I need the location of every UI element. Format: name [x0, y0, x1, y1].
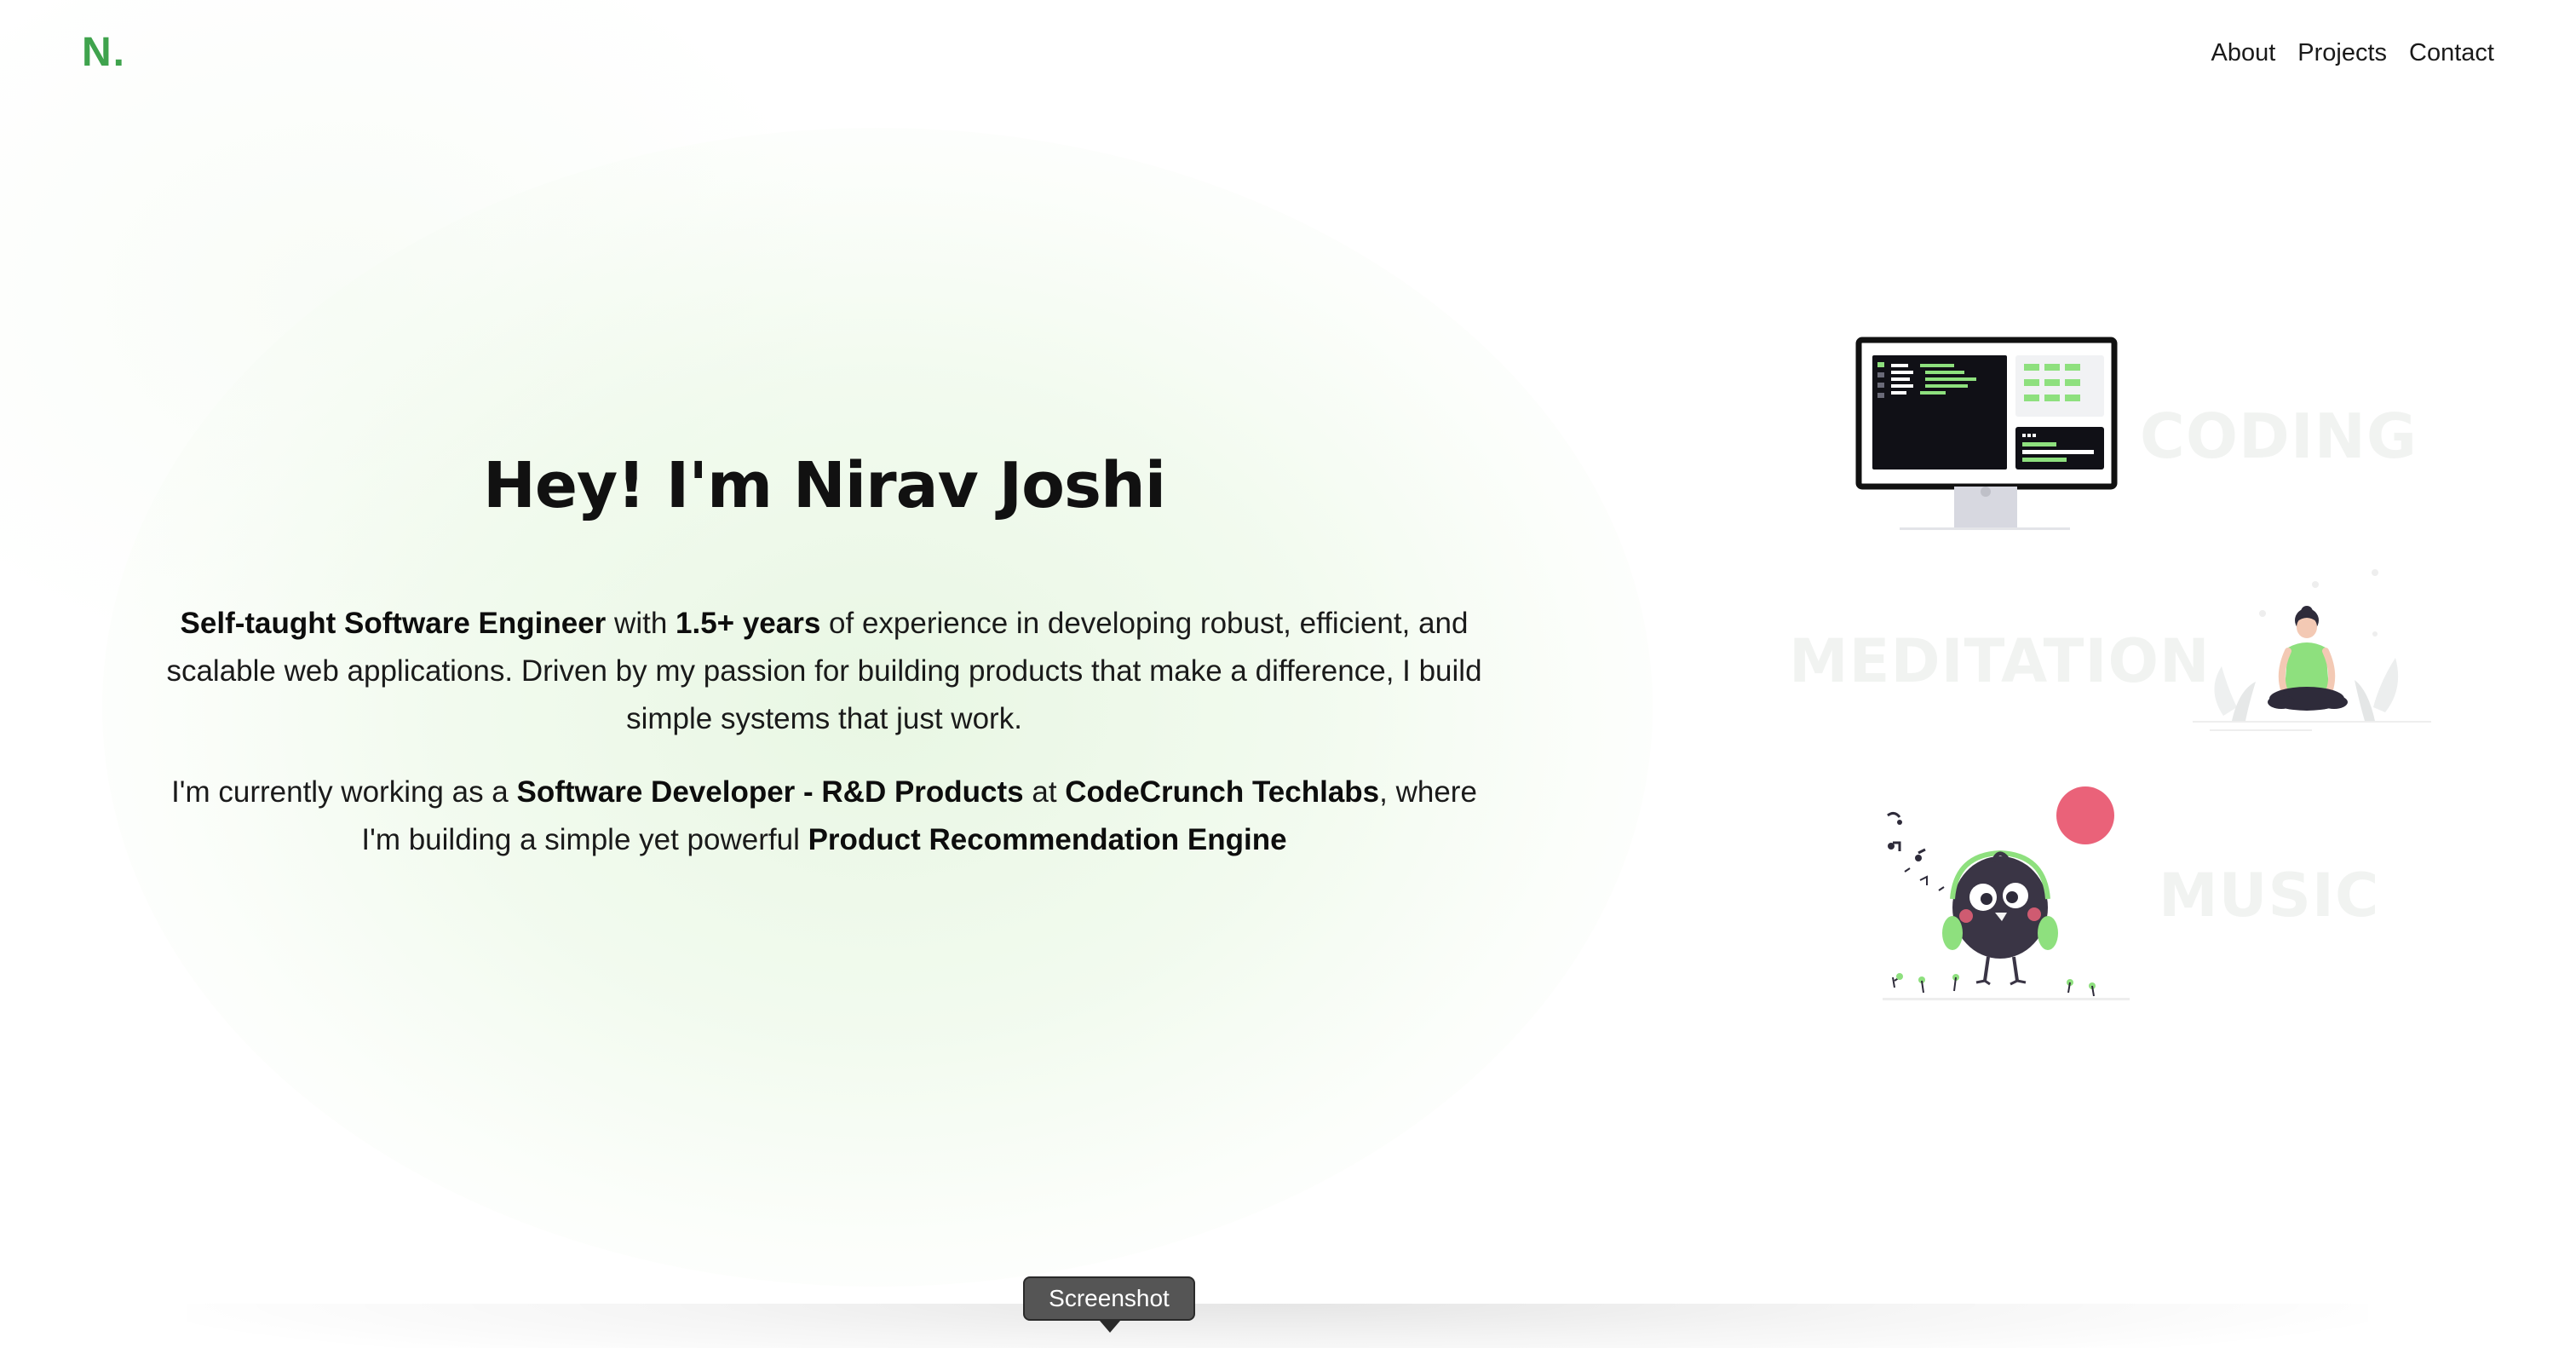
nav-about[interactable]: About — [2211, 34, 2275, 72]
page: N. About Projects Contact Hey! I'm Nirav… — [0, 0, 2576, 1348]
word-coding: CODING — [2140, 400, 2418, 472]
hero-intro: Self-taught Software Engineer with 1.5+ … — [128, 600, 1521, 743]
current-company: CodeCrunch Techlabs — [1065, 775, 1380, 809]
word-music: MUSIC — [2159, 861, 2380, 930]
current-text-1: I'm currently working as a — [171, 775, 517, 809]
intro-role: Self-taught Software Engineer — [180, 607, 607, 640]
logo-letter: N — [82, 30, 113, 75]
logo[interactable]: N. — [82, 29, 126, 77]
hero-section: Hey! I'm Nirav Joshi Self-taught Softwar… — [128, 443, 1521, 890]
hero-current-role: I'm currently working as a Software Deve… — [160, 769, 1489, 864]
current-text-2: at — [1023, 775, 1066, 809]
hero-title: Hey! I'm Nirav Joshi — [482, 449, 1166, 522]
intro-text-1: with — [606, 607, 676, 640]
intro-years: 1.5+ years — [676, 607, 821, 640]
bottom-card-shadow — [187, 1304, 2368, 1348]
main-nav: About Projects Contact — [2211, 34, 2494, 72]
nav-contact[interactable]: Contact — [2409, 34, 2494, 72]
nav-projects[interactable]: Projects — [2297, 34, 2387, 72]
current-project: Product Recommendation Engine — [808, 823, 1287, 856]
current-position: Software Developer - R&D Products — [516, 775, 1024, 809]
meditating-person-icon — [2193, 569, 2431, 731]
logo-dot: . — [112, 30, 127, 75]
word-meditation: MEDITATION — [1789, 626, 2211, 696]
screenshot-tooltip: Screenshot — [1023, 1276, 1195, 1333]
music-bird-icon — [1883, 786, 2130, 1000]
monitor-code-icon — [1855, 337, 2118, 530]
